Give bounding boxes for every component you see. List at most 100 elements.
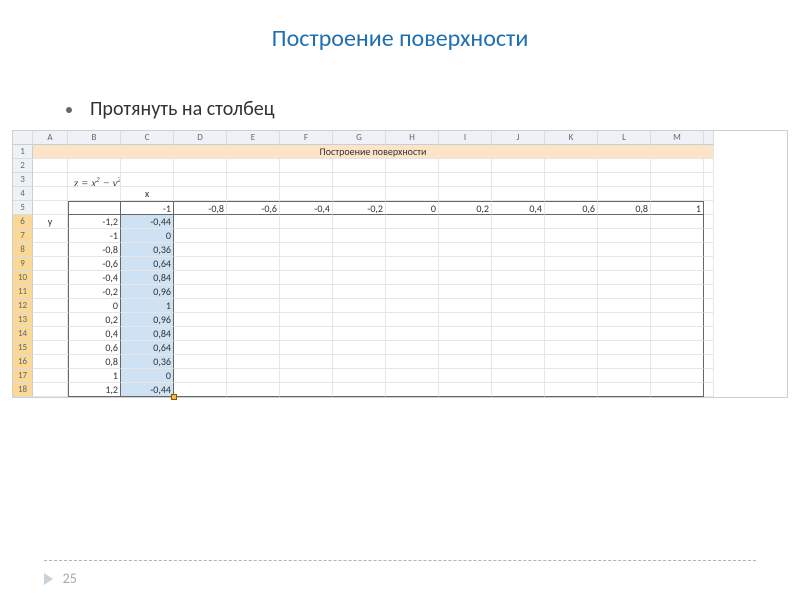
col-header-G[interactable]: G [333, 131, 386, 145]
cell-B11[interactable]: -0,2 [68, 285, 121, 299]
cell-J17[interactable] [492, 369, 545, 383]
cell-J15[interactable] [492, 341, 545, 355]
cell-J6[interactable] [492, 215, 545, 229]
row-header-9[interactable]: 9 [13, 257, 33, 271]
cell-M8[interactable] [651, 243, 704, 257]
merged-title-cell[interactable]: Построение поверхности [33, 145, 714, 159]
cell-M10[interactable] [651, 271, 704, 285]
cell-K11[interactable] [545, 285, 598, 299]
cell-I9[interactable] [439, 257, 492, 271]
cell-H11[interactable] [386, 285, 439, 299]
cell-A16[interactable] [33, 355, 68, 369]
cell-E4[interactable] [227, 187, 280, 201]
col-header-M[interactable]: M [651, 131, 704, 145]
cell-A14[interactable] [33, 327, 68, 341]
row-header-7[interactable]: 7 [13, 229, 33, 243]
row-header-4[interactable]: 4 [13, 187, 33, 201]
row-header-8[interactable]: 8 [13, 243, 33, 257]
row-header-5[interactable]: 5 [13, 201, 33, 215]
cell-D18[interactable] [174, 383, 227, 397]
col-header-I[interactable]: I [439, 131, 492, 145]
cell-I18[interactable] [439, 383, 492, 397]
cell-J12[interactable] [492, 299, 545, 313]
cell-C16[interactable]: 0,36 [121, 355, 174, 369]
cell-F18[interactable] [280, 383, 333, 397]
cell-K10[interactable] [545, 271, 598, 285]
cell-B12[interactable]: 0 [68, 299, 121, 313]
cell-L10[interactable] [598, 271, 651, 285]
cell-B9[interactable]: -0,6 [68, 257, 121, 271]
cell-E16[interactable] [227, 355, 280, 369]
cell-L13[interactable] [598, 313, 651, 327]
cell-H16[interactable] [386, 355, 439, 369]
cell-D15[interactable] [174, 341, 227, 355]
cell-D13[interactable] [174, 313, 227, 327]
cell-J2[interactable] [492, 159, 545, 173]
cell-D7[interactable] [174, 229, 227, 243]
cell-E14[interactable] [227, 327, 280, 341]
cell-D16[interactable] [174, 355, 227, 369]
cell-B18[interactable]: 1,2 [68, 383, 121, 397]
cell-F7[interactable] [280, 229, 333, 243]
cell-C18[interactable]: -0,44 [121, 383, 174, 397]
cell-G10[interactable] [333, 271, 386, 285]
cell-C15[interactable]: 0,64 [121, 341, 174, 355]
row-header-14[interactable]: 14 [13, 327, 33, 341]
row-header-18[interactable]: 18 [13, 383, 33, 397]
cell-E3[interactable] [227, 173, 280, 187]
cell-E18[interactable] [227, 383, 280, 397]
cell-A18[interactable] [33, 383, 68, 397]
cell-I2[interactable] [439, 159, 492, 173]
cell-H18[interactable] [386, 383, 439, 397]
cell-H5[interactable]: 0 [386, 201, 439, 215]
row-header-3[interactable]: 3 [13, 173, 33, 187]
cell-I4[interactable] [439, 187, 492, 201]
cell-E9[interactable] [227, 257, 280, 271]
cell-F17[interactable] [280, 369, 333, 383]
cell-H10[interactable] [386, 271, 439, 285]
cell-K18[interactable] [545, 383, 598, 397]
cell-H8[interactable] [386, 243, 439, 257]
cell-F11[interactable] [280, 285, 333, 299]
cell-A12[interactable] [33, 299, 68, 313]
cell-J4[interactable] [492, 187, 545, 201]
cell-I7[interactable] [439, 229, 492, 243]
cell-G15[interactable] [333, 341, 386, 355]
cell-D17[interactable] [174, 369, 227, 383]
col-header-J[interactable]: J [492, 131, 545, 145]
row-header-1[interactable]: 1 [13, 145, 33, 159]
cell-E17[interactable] [227, 369, 280, 383]
cell-G4[interactable] [333, 187, 386, 201]
cell-E7[interactable] [227, 229, 280, 243]
cell-L9[interactable] [598, 257, 651, 271]
cell-F3[interactable] [280, 173, 333, 187]
cell-M14[interactable] [651, 327, 704, 341]
cell-C9[interactable]: 0,64 [121, 257, 174, 271]
row-header-17[interactable]: 17 [13, 369, 33, 383]
cell-C14[interactable]: 0,84 [121, 327, 174, 341]
cell-M15[interactable] [651, 341, 704, 355]
row-header-6[interactable]: 6 [13, 215, 33, 229]
col-header-H[interactable]: H [386, 131, 439, 145]
cell-J16[interactable] [492, 355, 545, 369]
cell-L5[interactable]: 0,8 [598, 201, 651, 215]
cell-I14[interactable] [439, 327, 492, 341]
cell-D8[interactable] [174, 243, 227, 257]
cell-H14[interactable] [386, 327, 439, 341]
cell-F15[interactable] [280, 341, 333, 355]
cell-G17[interactable] [333, 369, 386, 383]
col-header-L[interactable]: L [598, 131, 651, 145]
cell-B7[interactable]: -1 [68, 229, 121, 243]
cell-G11[interactable] [333, 285, 386, 299]
cell-D3[interactable] [174, 173, 227, 187]
cell-J8[interactable] [492, 243, 545, 257]
select-all-corner[interactable] [13, 131, 33, 145]
col-header-C[interactable]: C [121, 131, 174, 145]
cell-A15[interactable] [33, 341, 68, 355]
cell-K5[interactable]: 0,6 [545, 201, 598, 215]
cell-C5[interactable]: -1 [121, 201, 174, 215]
cell-I3[interactable] [439, 173, 492, 187]
cell-B15[interactable]: 0,6 [68, 341, 121, 355]
cell-A13[interactable] [33, 313, 68, 327]
cell-M4[interactable] [651, 187, 704, 201]
